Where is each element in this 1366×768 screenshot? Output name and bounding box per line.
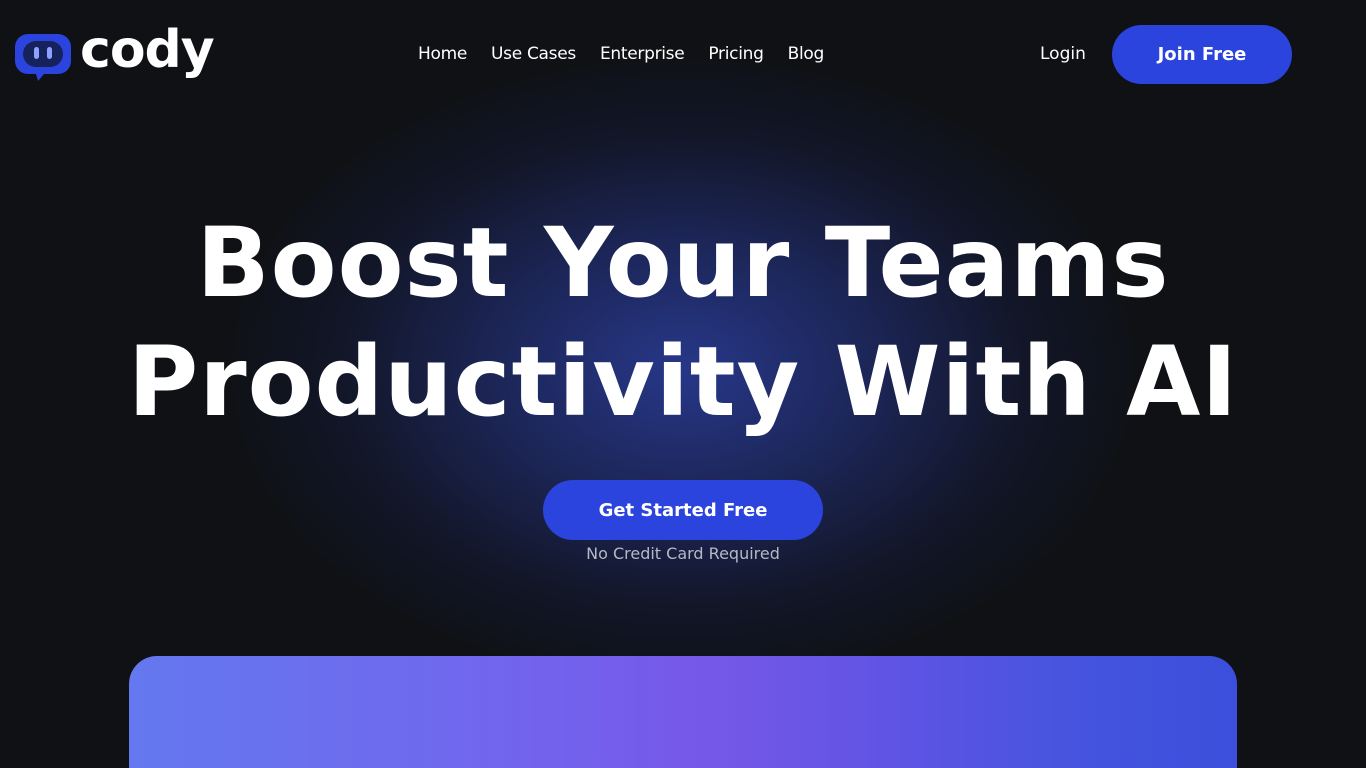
hero-title-line-1: Boost Your Teams [196,207,1170,319]
login-link[interactable]: Login [1040,44,1086,64]
nav-item-enterprise[interactable]: Enterprise [600,44,685,64]
nav-item-blog[interactable]: Blog [788,44,825,64]
hero-title-line-2: Productivity With AI [127,326,1239,438]
nav-item-pricing[interactable]: Pricing [708,44,764,64]
get-started-button[interactable]: Get Started Free [543,480,823,540]
brand-logo[interactable]: cody [14,20,215,84]
product-preview-panel [129,656,1237,768]
chat-bubble-robot-icon [14,25,72,83]
nav-item-use-cases[interactable]: Use Cases [491,44,576,64]
brand-name: cody [80,20,215,80]
no-credit-card-note: No Credit Card Required [586,544,780,563]
hero-title: Boost Your Teams Productivity With AI [0,204,1366,442]
join-free-button[interactable]: Join Free [1112,25,1292,84]
site-header: cody Home Use Cases Enterprise Pricing B… [0,0,1366,110]
nav-item-home[interactable]: Home [418,44,467,64]
main-nav: Home Use Cases Enterprise Pricing Blog [418,44,824,64]
landing-page: cody Home Use Cases Enterprise Pricing B… [0,0,1366,768]
